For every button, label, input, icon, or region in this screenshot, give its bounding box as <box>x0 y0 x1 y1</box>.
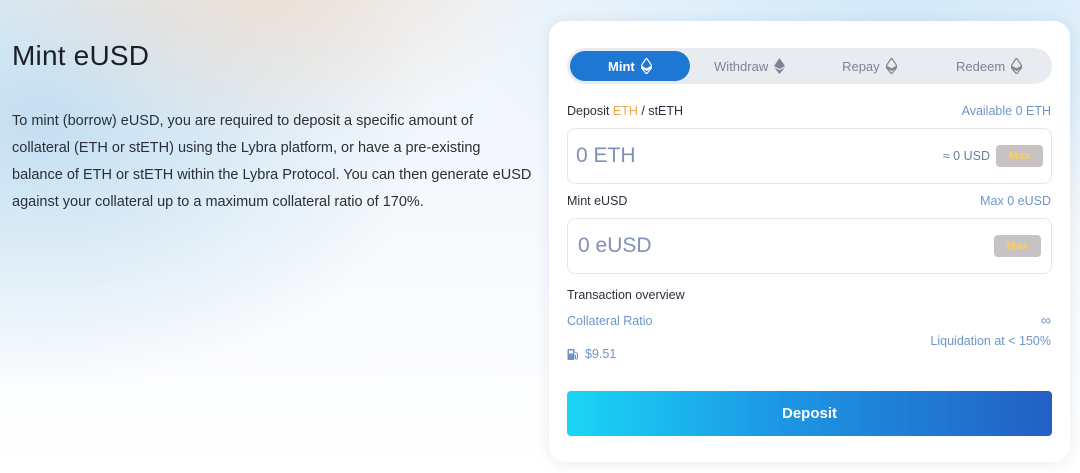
deposit-button[interactable]: Deposit <box>567 391 1052 436</box>
mint-max-amount: Max 0 eUSD <box>980 194 1051 208</box>
eth-icon <box>1011 58 1023 74</box>
transaction-overview-title: Transaction overview <box>567 288 685 302</box>
tab-redeem[interactable]: Redeem <box>929 51 1049 81</box>
liquidation-threshold: Liquidation at < 150% <box>930 334 1051 348</box>
deposit-label: Deposit ETH / stETH <box>567 104 683 118</box>
eth-icon <box>774 58 786 74</box>
mint-max-button[interactable]: Max <box>994 235 1041 257</box>
tab-label: Mint <box>608 58 635 74</box>
gas-fee: $9.51 <box>567 347 616 361</box>
deposit-input-field[interactable]: 0 ETH ≈ 0 USD Max <box>567 128 1052 184</box>
gas-fee-value: $9.51 <box>585 347 617 361</box>
tab-label: Redeem <box>956 58 1006 74</box>
intro-description: To mint (borrow) eUSD, you are required … <box>12 113 532 210</box>
collateral-ratio-value: ∞ <box>1041 312 1051 328</box>
deposit-usd-estimate: ≈ 0 USD <box>942 149 990 163</box>
page-title: Mint eUSD <box>12 40 150 71</box>
action-tabs: Mint Withdraw Repay Redeem <box>567 48 1052 84</box>
tab-label: Repay <box>842 58 880 74</box>
deposit-token-eth[interactable]: ETH <box>613 104 638 118</box>
mint-card: Mint Withdraw Repay Redeem Deposit ETH /… <box>549 21 1070 462</box>
tab-withdraw[interactable]: Withdraw <box>690 51 810 81</box>
gas-pump-icon <box>567 348 578 360</box>
intro-section: Mint eUSD To mint (borrow) eUSD, you are… <box>12 40 532 216</box>
tab-label: Withdraw <box>714 58 769 74</box>
tab-repay[interactable]: Repay <box>810 51 930 81</box>
collateral-ratio-label: Collateral Ratio <box>567 314 653 328</box>
deposit-label-prefix: Deposit <box>567 104 610 118</box>
eth-icon <box>885 58 897 74</box>
mint-input-field[interactable]: 0 eUSD Max <box>567 218 1052 274</box>
deposit-amount-input[interactable]: 0 ETH <box>576 144 636 168</box>
available-balance: Available 0 ETH <box>961 104 1051 118</box>
mint-label: Mint eUSD <box>567 194 628 208</box>
tab-mint[interactable]: Mint <box>570 51 690 81</box>
deposit-label-separator: / <box>641 104 645 118</box>
deposit-max-button[interactable]: Max <box>996 145 1043 167</box>
eth-icon <box>640 58 652 74</box>
mint-amount-input[interactable]: 0 eUSD <box>578 234 652 258</box>
deposit-token-steth[interactable]: stETH <box>648 104 683 118</box>
